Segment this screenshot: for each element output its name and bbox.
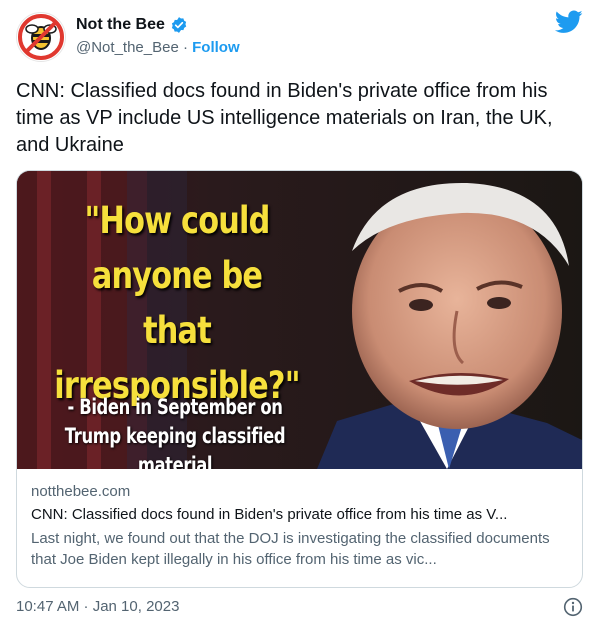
tweet-text: CNN: Classified docs found in Biden's pr… (16, 80, 553, 156)
tweet-header: Not the Bee @Not_the_Bee · Follow (16, 10, 583, 62)
follow-button[interactable]: Follow (192, 39, 240, 56)
tweet-footer: 10:47 AM · Jan 10, 2023 (16, 597, 583, 619)
card-meta: notthebee.com CNN: Classified docs found… (31, 481, 571, 570)
twitter-bird-icon[interactable] (554, 10, 583, 34)
card-image[interactable]: "How could anyone be that irresponsible?… (17, 171, 582, 469)
image-attribution: - Biden in September on Trump keeping cl… (64, 395, 286, 469)
bee-logo-icon (18, 14, 64, 60)
card-title[interactable]: CNN: Classified docs found in Biden's pr… (31, 504, 571, 525)
separator: · (182, 39, 188, 56)
timestamp[interactable]: 10:47 AM · Jan 10, 2023 (16, 598, 179, 615)
verified-badge-icon (170, 16, 188, 34)
avatar[interactable] (16, 12, 66, 62)
tweet-embed: Not the Bee @Not_the_Bee · Follow CNN: C… (0, 0, 599, 628)
image-quote: "How could anyone be that irresponsible?… (54, 199, 300, 407)
info-icon[interactable] (563, 597, 583, 617)
link-card[interactable]: "How could anyone be that irresponsible?… (16, 170, 583, 588)
handle[interactable]: @Not_the_Bee (76, 39, 179, 56)
card-domain[interactable]: notthebee.com (31, 481, 571, 502)
display-name[interactable]: Not the Bee (76, 16, 165, 34)
card-description: Last night, we found out that the DOJ is… (31, 530, 550, 568)
